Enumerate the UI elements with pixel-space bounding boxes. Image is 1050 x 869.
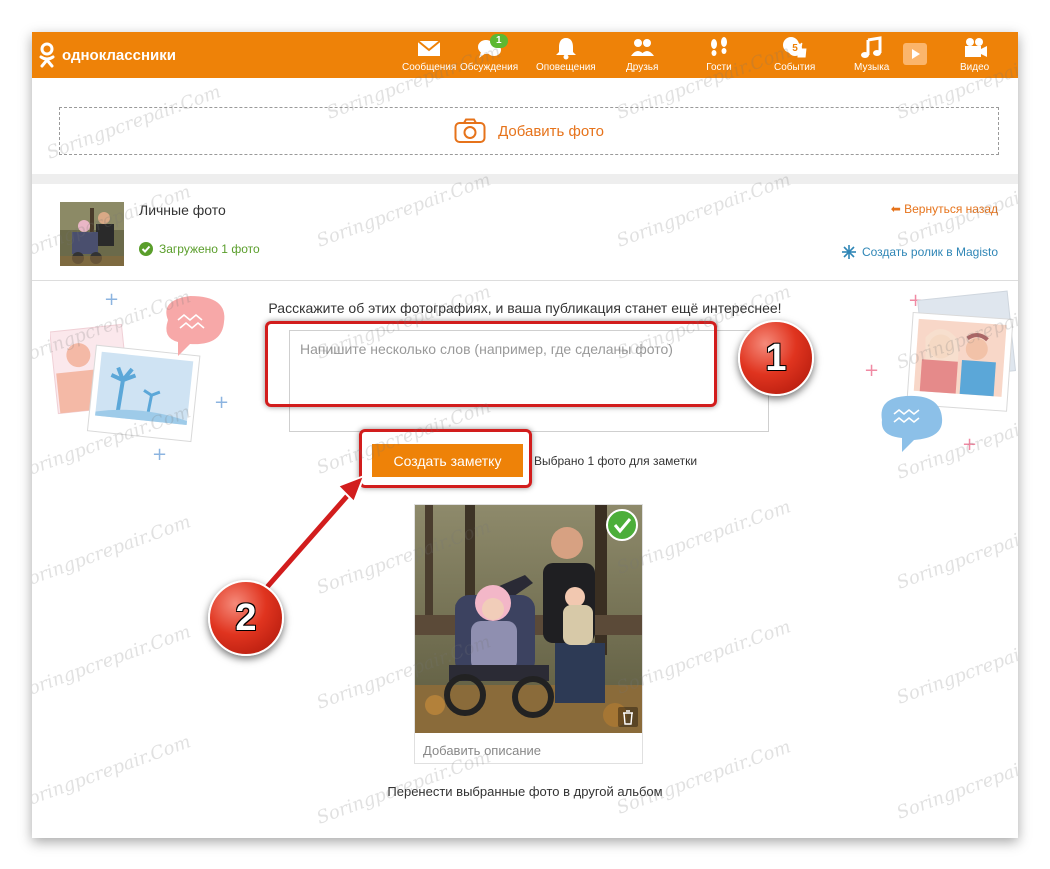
svg-text:+: +: [864, 360, 879, 381]
back-arrow-icon: ⬅: [890, 202, 901, 216]
watermark: Soringpcrepair.Com: [32, 731, 194, 814]
section-divider: [32, 174, 1018, 184]
top-navigation-bar: одноклассники Сообщения 1 Обсуждения Опо…: [32, 32, 1018, 78]
nav-label: Обсуждения: [460, 62, 519, 73]
svg-text:+: +: [962, 434, 977, 455]
magisto-icon: [841, 245, 856, 259]
upload-status: Загружено 1 фото: [139, 242, 260, 256]
bell-icon: [555, 38, 576, 60]
note-prompt: Расскажите об этих фотографиях, и ваша п…: [268, 300, 782, 316]
watermark: Soringpcrepair.Com: [893, 626, 1018, 709]
nav-label: Видео: [960, 62, 990, 73]
check-circle-icon: [139, 242, 153, 256]
logo[interactable]: одноклассники: [38, 42, 176, 68]
music-note-icon: [860, 36, 882, 58]
step-1-marker: 1: [738, 320, 814, 396]
highlight-box-step1: [265, 321, 717, 407]
selected-photo-card[interactable]: Добавить описание: [414, 504, 643, 764]
video-camera-icon: [964, 38, 987, 57]
nav-events[interactable]: 5 События: [774, 36, 815, 73]
nav-messages[interactable]: Сообщения: [402, 36, 456, 73]
nav-video[interactable]: Видео: [960, 36, 989, 73]
move-to-album-link[interactable]: Перенести выбранные фото в другой альбом: [32, 784, 1018, 799]
add-photo-label: Добавить фото: [498, 122, 604, 140]
album-title: Личные фото: [139, 202, 226, 218]
envelope-icon: [417, 40, 441, 56]
nav-discussions[interactable]: 1 Обсуждения: [460, 34, 519, 73]
nav-label: Друзья: [626, 62, 659, 73]
nav-music[interactable]: Музыка: [854, 36, 889, 73]
camera-icon: [454, 118, 486, 143]
upload-status-text: Загружено 1 фото: [159, 242, 260, 256]
watermark: Soringpcrepair.Com: [32, 621, 194, 704]
back-link-label: Вернуться назад: [904, 202, 998, 216]
nav-label: Сообщения: [402, 62, 457, 73]
watermark: Soringpcrepair.Com: [32, 511, 194, 594]
add-photo-button[interactable]: Добавить фото: [59, 107, 999, 155]
nav-label: События: [774, 62, 816, 73]
nav-notifications[interactable]: Оповещения: [536, 36, 596, 73]
nav-guests[interactable]: Гости: [706, 36, 732, 73]
nav-label: Музыка: [854, 62, 890, 73]
events-count-badge: 5: [788, 42, 802, 56]
svg-text:+: +: [214, 392, 229, 413]
highlight-box-step2: [359, 429, 532, 488]
nav-label: Оповещения: [536, 62, 596, 73]
play-video-button[interactable]: [902, 42, 928, 66]
friends-icon: [631, 39, 655, 56]
back-link[interactable]: ⬅ Вернуться назад: [891, 202, 998, 216]
album-thumbnail[interactable]: [60, 202, 124, 266]
nav-friends[interactable]: Друзья: [626, 36, 658, 73]
divider-line: [32, 280, 1018, 281]
watermark: Soringpcrepair.Com: [893, 741, 1018, 824]
logo-text: одноклассники: [62, 46, 176, 64]
magisto-link[interactable]: Создать ролик в Magisto: [841, 245, 998, 259]
footprints-icon: [711, 37, 727, 56]
selected-info: Выбрано 1 фото для заметки: [534, 454, 698, 468]
watermark: Soringpcrepair.Com: [893, 511, 1018, 594]
decorative-illustration-right: + + +: [862, 290, 1018, 470]
photo-description-input[interactable]: Добавить описание: [423, 743, 541, 758]
svg-text:+: +: [152, 444, 167, 460]
discussions-badge: 1: [490, 34, 508, 48]
browser-frame: одноклассники Сообщения 1 Обсуждения Опо…: [32, 32, 1018, 838]
magisto-link-label: Создать ролик в Magisto: [861, 245, 998, 259]
step-2-marker: 2: [208, 580, 284, 656]
selected-photo[interactable]: [415, 505, 642, 733]
ok-logo-icon: [38, 42, 56, 68]
play-icon: [903, 43, 927, 65]
nav-label: Гости: [706, 62, 732, 73]
annotation-arrow: [263, 474, 366, 591]
